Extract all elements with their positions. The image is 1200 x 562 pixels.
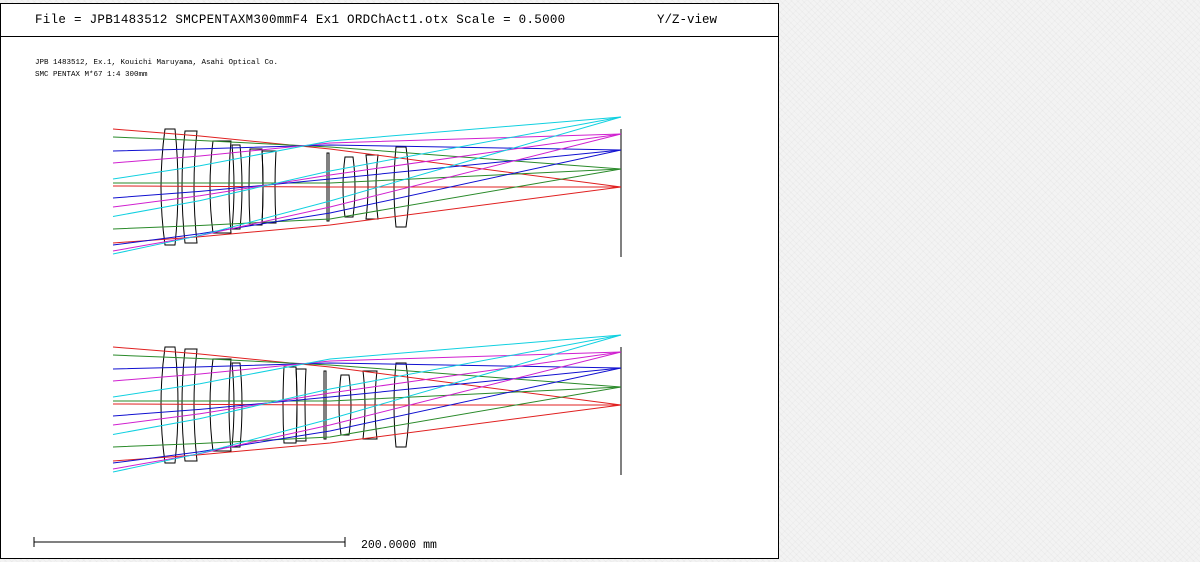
lens-diagram [33,116,622,547]
ray-green [113,168,622,184]
ray-red [112,403,621,406]
lens-element [160,346,179,464]
lens-element [160,128,179,246]
layout-focus-infinity [112,116,622,257]
ray-green [113,386,622,402]
ray-red [112,404,622,462]
layout-focus-close [112,334,622,475]
ray-red [112,185,621,188]
ray-magenta [112,351,622,426]
scale-bar [33,537,346,547]
ray-red [112,186,622,244]
